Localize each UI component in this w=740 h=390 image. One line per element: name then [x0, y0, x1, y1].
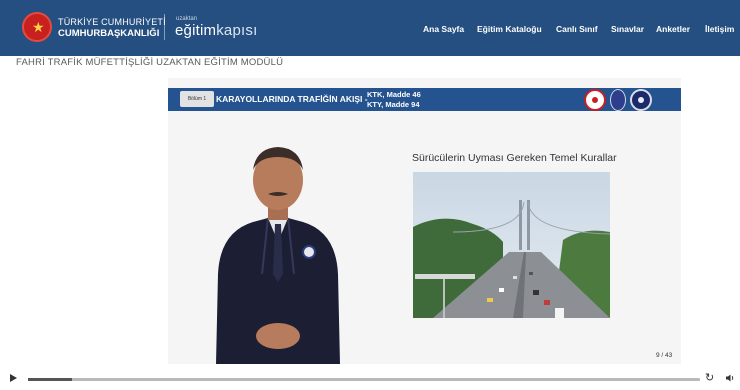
- header-divider: [164, 14, 165, 40]
- presenter-image: [216, 147, 340, 364]
- player-controls: ↻: [0, 368, 740, 390]
- law-reference-2: KTY, Madde 94: [367, 100, 420, 109]
- law-reference-1: KTK, Madde 46: [367, 90, 421, 99]
- brand-line-1[interactable]: TÜRKİYE CUMHURİYETİ: [58, 17, 166, 27]
- police-badge-icon: [610, 89, 626, 111]
- nav-ana-sayfa[interactable]: Ana Sayfa: [423, 24, 464, 34]
- progress-fill: [28, 378, 72, 381]
- volume-icon[interactable]: [725, 373, 735, 383]
- ministry-seal-icon: [584, 89, 606, 111]
- presidency-emblem-icon[interactable]: ★: [22, 12, 52, 42]
- nav-iletisim[interactable]: İletişim: [705, 24, 734, 34]
- nav-egitim-katalogu[interactable]: Eğitim Kataloğu: [477, 24, 542, 34]
- course-title: FAHRİ TRAFİK MÜFETTİŞLİĞİ UZAKTAN EĞİTİM…: [16, 57, 284, 68]
- lesson-slide[interactable]: Bölüm 1 KARAYOLLARINDA TRAFİĞİN AKIŞI - …: [168, 78, 681, 364]
- logo-word-bold: eğitim: [175, 22, 217, 39]
- brand-line-2[interactable]: CUMHURBAŞKANLIĞI: [58, 28, 159, 39]
- slide-page-counter: 9 / 43: [656, 352, 673, 359]
- progress-slider[interactable]: [28, 378, 700, 381]
- top-header: ★ TÜRKİYE CUMHURİYETİ CUMHURBAŞKANLIĞI u…: [0, 0, 740, 56]
- section-badge: Bölüm 1: [180, 91, 214, 107]
- security-emblem-icon: [630, 89, 652, 111]
- play-icon[interactable]: [10, 374, 17, 382]
- nav-anketler[interactable]: Anketler: [656, 24, 690, 34]
- highway-bridge-photo: [413, 172, 610, 318]
- logo-word-thin: kapısı: [216, 22, 258, 39]
- nav-canli-sinif[interactable]: Canlı Sınıf: [556, 24, 598, 34]
- replay-icon[interactable]: ↻: [705, 372, 714, 384]
- slide-heading: Sürücülerin Uyması Gereken Temel Kuralla…: [412, 152, 617, 164]
- chapter-title: KARAYOLLARINDA TRAFİĞİN AKIŞI -: [216, 94, 368, 104]
- egitim-kapisi-logo[interactable]: eğitimkapısı: [175, 22, 257, 39]
- nav-sinavlar[interactable]: Sınavlar: [611, 24, 644, 34]
